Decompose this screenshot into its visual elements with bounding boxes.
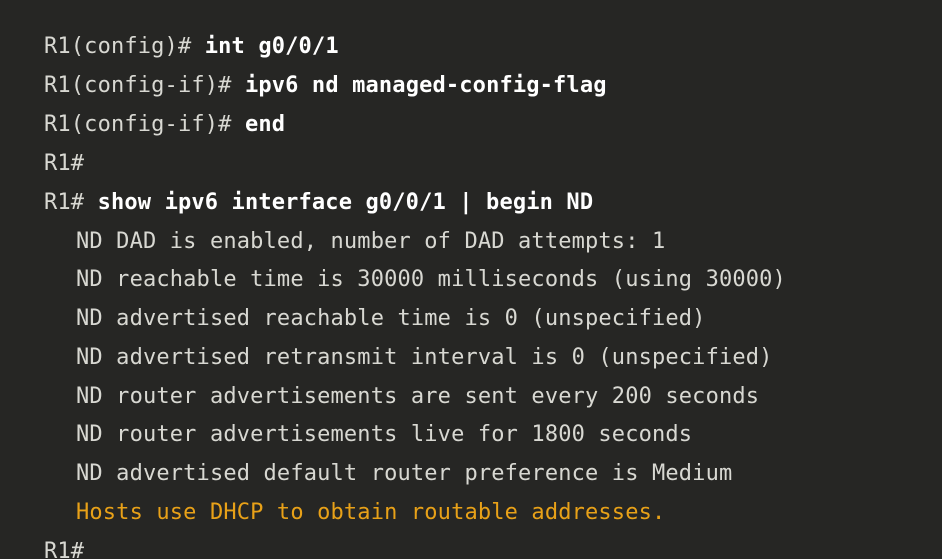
command: end (244, 112, 286, 137)
command: ipv6 nd managed-config-flag (244, 73, 607, 98)
terminal-line-final: R1# (44, 540, 84, 559)
output-line: ND advertised reachable time is 0 (unspe… (76, 306, 706, 331)
terminal-window[interactable]: R1(config)# int g0/0/1 R1(config-if)# ip… (0, 0, 942, 559)
prompt: R1(config)# (44, 34, 192, 59)
output-line: ND advertised default router preference … (76, 461, 733, 486)
prompt: R1# (44, 190, 85, 215)
highlighted-output-line: Hosts use DHCP to obtain routable addres… (76, 500, 666, 525)
output-line: ND DAD is enabled, number of DAD attempt… (76, 229, 666, 254)
terminal-line-3: R1(config-if)# end (44, 113, 285, 137)
output-line: ND advertised retransmit interval is 0 (… (76, 345, 773, 370)
command: show ipv6 interface g0/0/1 | begin ND (97, 190, 594, 215)
terminal-line-5: R1# show ipv6 interface g0/0/1 | begin N… (44, 191, 593, 215)
output-line: ND router advertisements are sent every … (76, 384, 760, 409)
prompt: R1(config-if)# (44, 73, 232, 98)
prompt: R1# (44, 151, 85, 176)
output-line: ND router advertisements live for 1800 s… (76, 422, 693, 447)
prompt: R1# (44, 539, 85, 559)
terminal-line-1: R1(config)# int g0/0/1 (44, 35, 339, 59)
prompt: R1(config-if)# (44, 112, 232, 137)
terminal-line-2: R1(config-if)# ipv6 nd managed-config-fl… (44, 74, 607, 98)
terminal-line-4: R1# (44, 152, 84, 176)
output-line: ND reachable time is 30000 milliseconds … (76, 267, 786, 292)
command: int g0/0/1 (204, 34, 339, 59)
